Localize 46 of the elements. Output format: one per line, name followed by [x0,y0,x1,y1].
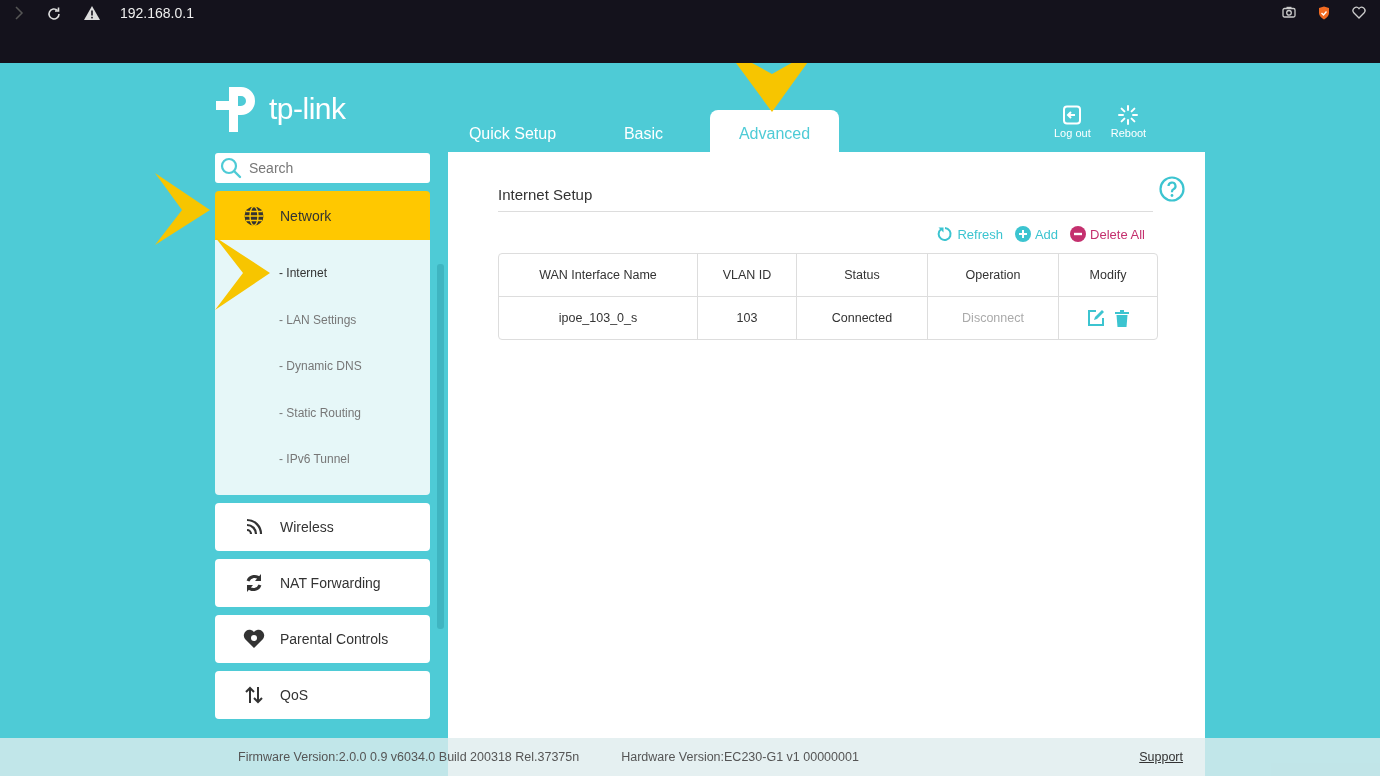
submenu-item[interactable]: - IPv6 Tunnel [215,436,430,483]
add-button[interactable]: Add [1014,223,1059,245]
table-cell-text: ipoe_103_0_s [557,310,639,327]
forward-icon[interactable] [14,6,24,20]
support-link[interactable]: Support [1139,750,1183,764]
refresh-icon [937,226,954,242]
delete-icon[interactable] [1115,309,1129,327]
submenu-item[interactable]: - LAN Settings [215,296,430,343]
search-field[interactable]: Search [215,153,430,183]
globe-icon [243,204,265,227]
logo-text: tp-link [269,92,346,126]
heart-icon [243,628,265,649]
sidebar-item[interactable]: NAT Forwarding [215,558,430,607]
submenu-item[interactable]: - Dynamic DNS [215,343,430,390]
firmware-version: Firmware Version:2.0.0 0.9 v6034.0 Build 200318 Rel.37375n [238,750,580,764]
refresh-button[interactable]: Refresh [937,223,1003,245]
column-header: WAN Interface Name [538,267,658,284]
up-down-arrows-icon [243,684,265,705]
column-header: Modify [1058,254,1157,296]
delete-all-button[interactable]: Delete All [1070,223,1145,245]
table-cell: 103 [697,297,796,339]
submenu-item[interactable]: - Static Routing [215,389,430,436]
panel-title: Internet Setup [498,186,1153,212]
address-bar[interactable]: 192.168.0.1 [120,6,194,20]
reboot-icon [1118,105,1139,125]
minus-icon [1070,226,1087,242]
shield-icon[interactable] [1318,6,1330,20]
logout-icon [1062,105,1083,125]
column-header: VLAN ID [697,254,796,296]
sidebar-item[interactable]: Network [215,191,430,240]
table-cell: Connected [796,297,927,339]
reload-icon[interactable] [46,6,62,22]
plus-icon [1014,226,1031,242]
sidebar-item[interactable]: Parental Controls [215,614,430,663]
heart-icon[interactable] [1352,6,1366,19]
camera-icon[interactable] [1282,6,1296,18]
help-icon[interactable] [1159,176,1185,202]
pointer-arrow [155,173,210,245]
submenu-item[interactable]: - Internet [215,250,430,297]
column-header: Operation [927,254,1058,296]
hardware-version: Hardware Version:EC230-G1 v1 00000001 [621,750,859,764]
sidebar-item[interactable]: Wireless [215,502,430,551]
warning-icon [84,6,100,20]
column-header: Status [796,254,927,296]
sidebar-item[interactable]: QoS [215,670,430,719]
edit-icon[interactable] [1087,309,1105,327]
